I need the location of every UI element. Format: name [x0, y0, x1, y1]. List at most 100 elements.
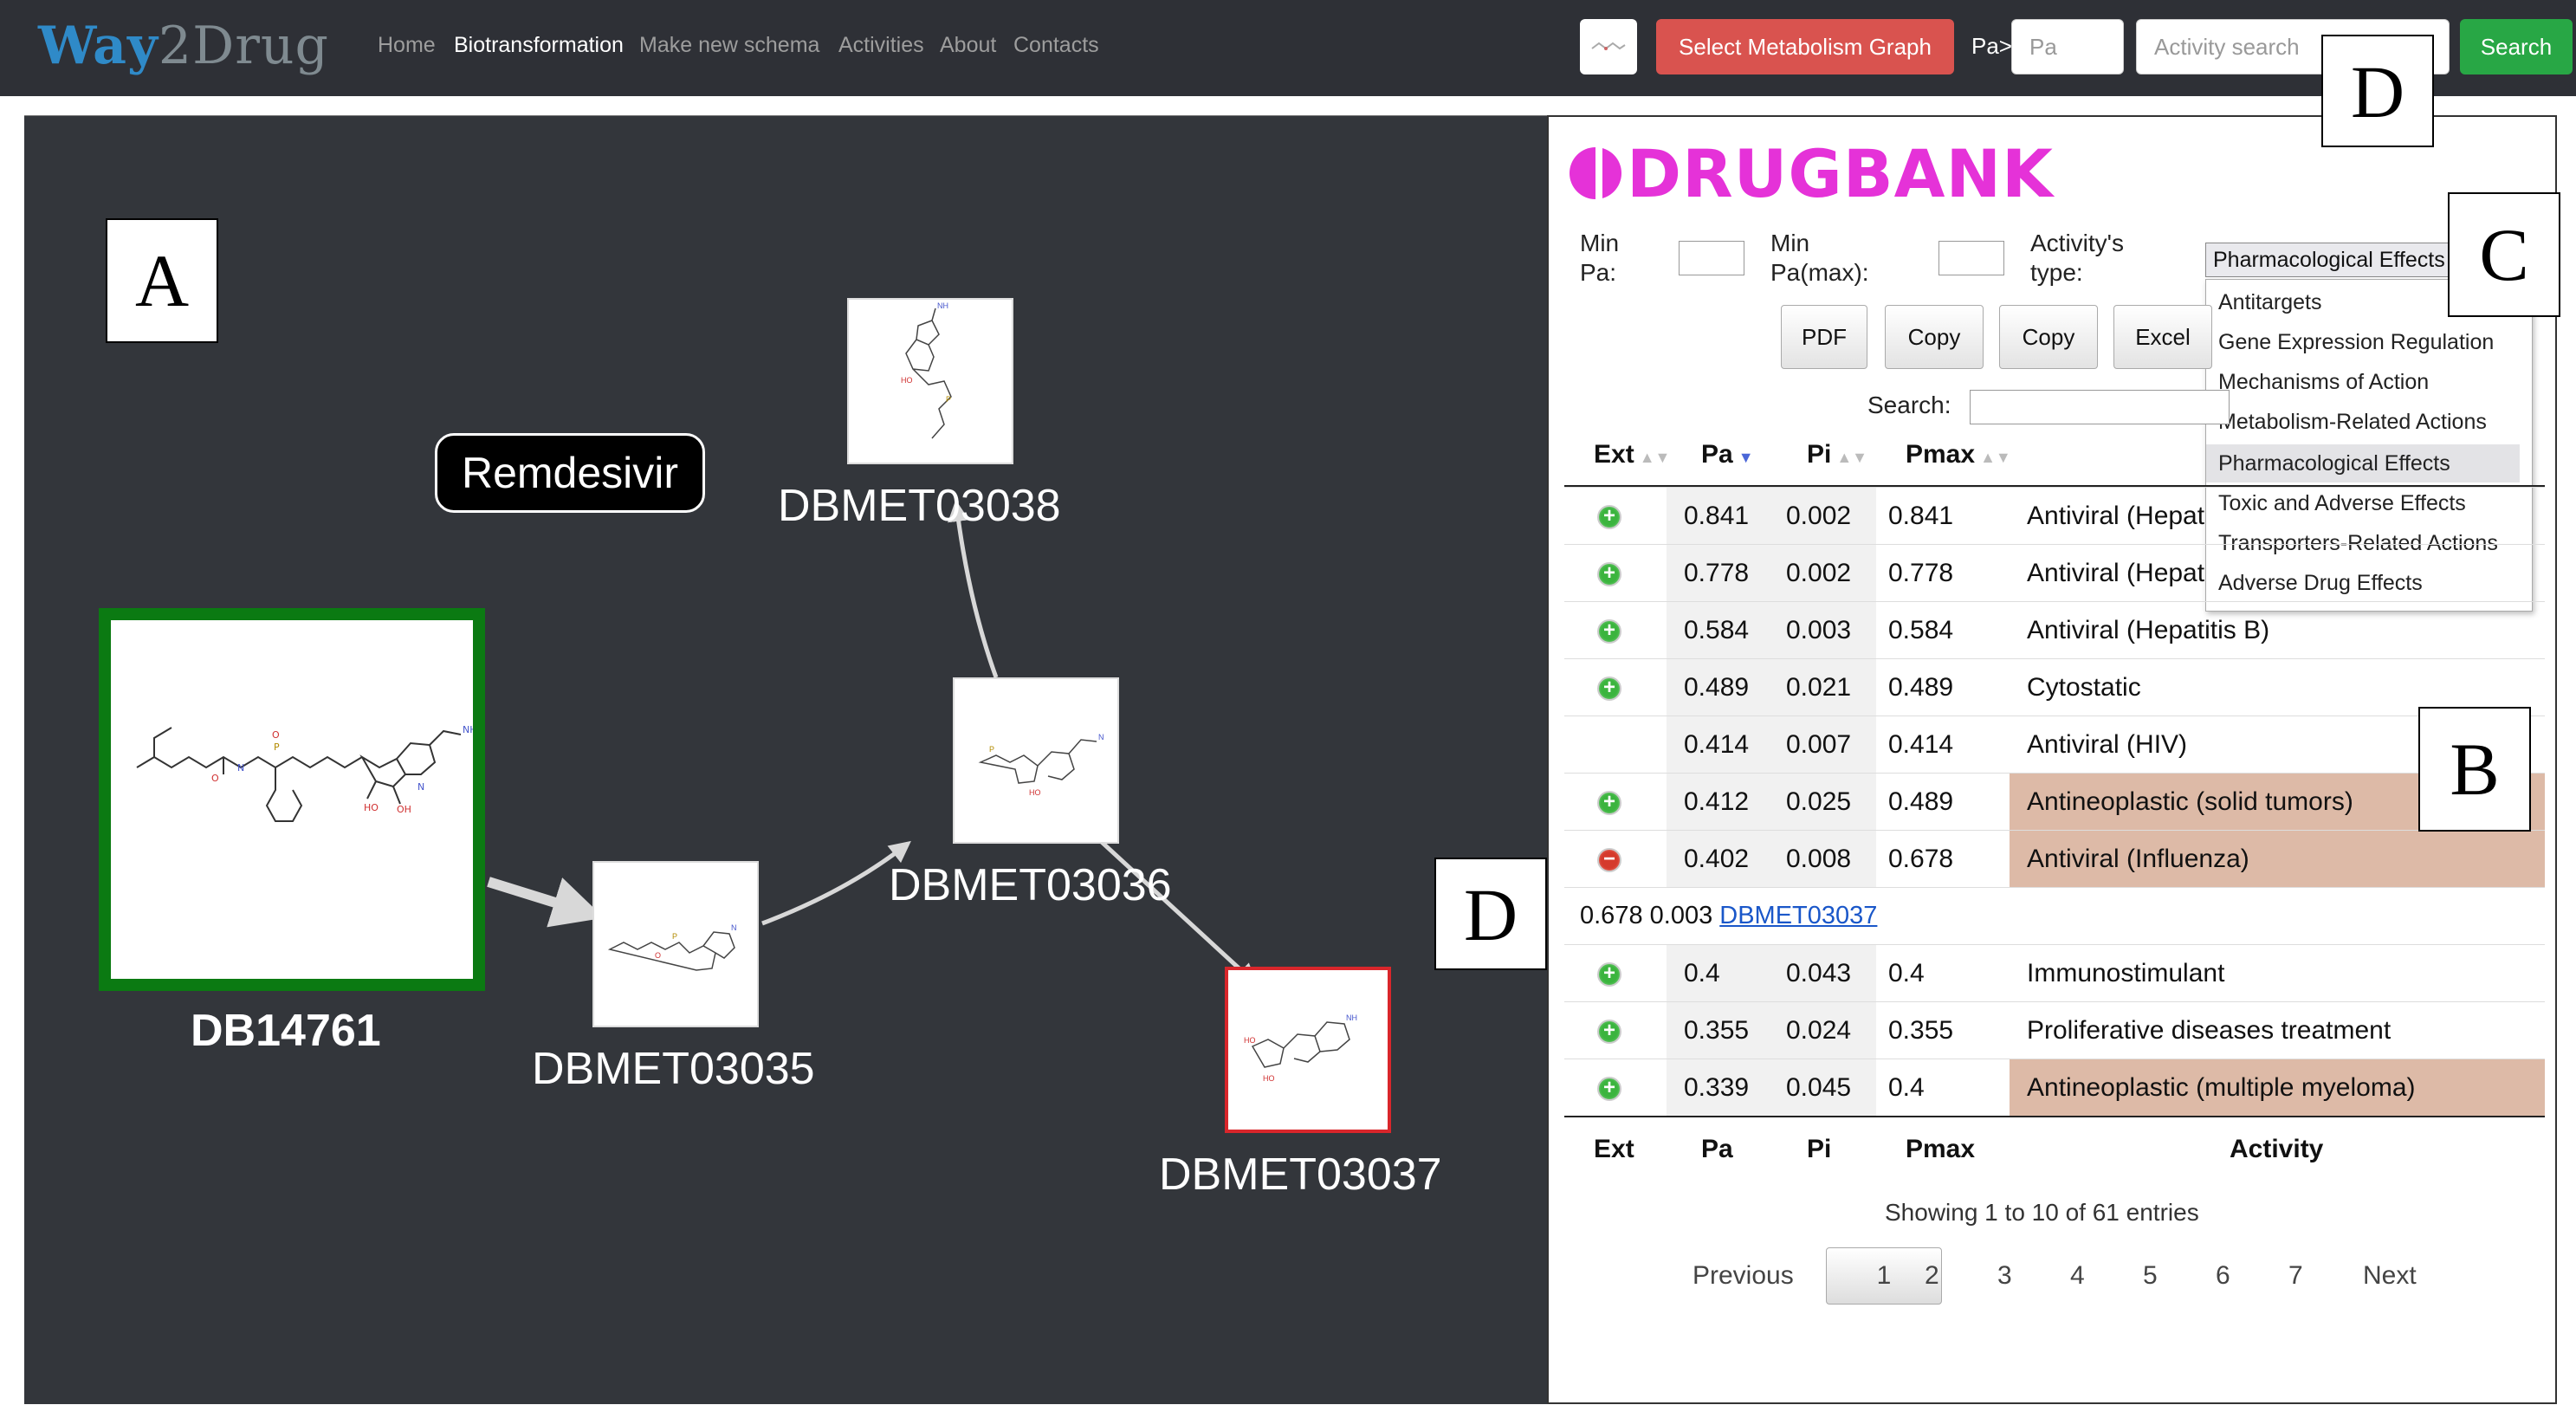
svg-text:P: P: [989, 745, 994, 754]
expand-plus-icon[interactable]: +: [1597, 504, 1621, 529]
pagination-page-7[interactable]: 7: [2288, 1261, 2303, 1291]
table-row[interactable]: + 0.339 0.045 0.4 Antineoplastic (multip…: [1564, 1059, 2545, 1117]
nav-contacts[interactable]: Contacts: [1013, 33, 1099, 58]
cell-activity: Antiviral (Influenza): [2027, 845, 2249, 873]
pagination-page-5[interactable]: 5: [2143, 1261, 2158, 1291]
node-dbmet03037-molecule[interactable]: HO NH HO: [1225, 967, 1391, 1133]
table-row[interactable]: + 0.412 0.025 0.489 Antineoplastic (soli…: [1564, 773, 2545, 831]
cell-pmax: 0.489: [1888, 673, 1954, 702]
cell-pi: 0.007: [1786, 730, 1852, 759]
footer-col-activity: Activity: [2230, 1135, 2324, 1163]
node-dbmet03036-molecule[interactable]: P HO N: [953, 677, 1119, 844]
expanded-detail-row: 0.678 0.003 DBMET03037: [1564, 887, 2545, 944]
node-dbmet03035-molecule[interactable]: O P N: [592, 861, 759, 1027]
cell-pa: 0.355: [1684, 1016, 1750, 1045]
option-metabolism[interactable]: Metabolism-Related Actions: [2218, 410, 2487, 435]
brand-logo[interactable]: Way2Drug: [38, 16, 329, 76]
expand-plus-icon[interactable]: +: [1597, 676, 1621, 701]
cell-activity: Antiviral (Hepat: [2027, 559, 2205, 587]
cell-pmax: 0.355: [1888, 1016, 1954, 1045]
option-gene-expression[interactable]: Gene Expression Regulation: [2218, 330, 2494, 355]
col-header-pi[interactable]: Pi ▲▼: [1807, 440, 1867, 469]
table-row[interactable]: + 0.355 0.024 0.355 Proliferative diseas…: [1564, 1001, 2545, 1059]
node-dbmet03038-molecule[interactable]: NH P HO: [847, 298, 1013, 464]
activity-type-label: Activity's type:: [2030, 230, 2125, 286]
min-pamax-input[interactable]: [1938, 241, 2004, 275]
table-row[interactable]: + 0.489 0.021 0.489 Cytostatic: [1564, 658, 2545, 716]
svg-text:HO: HO: [1244, 1036, 1256, 1045]
metabolism-graph-panel[interactable]: Remdesivir N P O O HO OH NH N DB14761: [24, 115, 1547, 1404]
pagination-previous[interactable]: Previous: [1693, 1261, 1794, 1291]
pagination-page-4[interactable]: 4: [2070, 1261, 2085, 1291]
nav-about[interactable]: About: [940, 33, 996, 58]
cell-pmax: 0.778: [1888, 559, 1954, 587]
node-label-03035: DBMET03035: [532, 1044, 815, 1094]
drugbank-logo-text: DRUGBANK: [1627, 135, 2054, 212]
detail-metabolite-link[interactable]: DBMET03037: [1719, 902, 1877, 929]
nav-biotransformation[interactable]: Biotransformation: [454, 33, 624, 58]
col-pi-label: Pi: [1807, 440, 1832, 469]
pagination-page-2[interactable]: 2: [1925, 1261, 1939, 1291]
min-pa-input[interactable]: [1679, 241, 1744, 275]
pa-input[interactable]: Pa: [2011, 19, 2124, 74]
pagination-page-6[interactable]: 6: [2216, 1261, 2230, 1291]
pdf-button[interactable]: PDF: [1781, 305, 1867, 369]
svg-text:O: O: [655, 951, 661, 960]
svg-text:N: N: [1098, 733, 1104, 741]
excel-button[interactable]: Excel: [2113, 305, 2212, 369]
collapse-minus-icon[interactable]: −: [1597, 847, 1621, 872]
col-header-pa[interactable]: Pa ▼: [1701, 440, 1754, 469]
pagination-next[interactable]: Next: [2363, 1261, 2417, 1291]
table-row[interactable]: + 0.4 0.043 0.4 Immunostimulant: [1564, 944, 2545, 1002]
copy-button-2[interactable]: Copy: [1999, 305, 2098, 369]
cell-activity: Antineoplastic (multiple myeloma): [2027, 1073, 2416, 1102]
node-root-molecule[interactable]: N P O O HO OH NH N: [99, 608, 485, 991]
table-row[interactable]: + 0.778 0.002 0.778 Antiviral (Hepat: [1564, 544, 2545, 602]
copy-button-1[interactable]: Copy: [1885, 305, 1984, 369]
cell-activity: Antiviral (Hepat: [2027, 502, 2205, 530]
nav-make-new-schema[interactable]: Make new schema: [639, 33, 819, 58]
table-row[interactable]: 0.414 0.007 0.414 Antiviral (HIV): [1564, 715, 2545, 774]
expand-plus-icon[interactable]: +: [1597, 561, 1621, 586]
svg-text:OH: OH: [397, 804, 411, 815]
navbar: Way2Drug Home Biotransformation Make new…: [0, 0, 2576, 96]
expand-plus-icon[interactable]: +: [1597, 790, 1621, 815]
molecule-structure-icon: HO NH HO: [1244, 1013, 1357, 1083]
pagination-page-3[interactable]: 3: [1997, 1261, 2012, 1291]
sort-icon: ▲▼: [1980, 449, 2011, 466]
sort-icon: ▲▼: [1639, 449, 1671, 466]
activity-type-select[interactable]: Pharmacological Effects: [2205, 243, 2456, 277]
svg-text:N: N: [237, 762, 244, 774]
node-label-03038: DBMET03038: [778, 481, 1061, 531]
svg-text:NH: NH: [937, 301, 948, 310]
option-antitargets[interactable]: Antitargets: [2218, 290, 2322, 315]
expand-plus-icon[interactable]: +: [1597, 618, 1621, 644]
search-button[interactable]: Search: [2460, 19, 2573, 74]
molecule-draw-button[interactable]: [1580, 19, 1637, 74]
table-row[interactable]: + 0.841 0.002 0.841 Antiviral (Hepat: [1564, 487, 2545, 545]
table-search-input[interactable]: [1970, 390, 2230, 424]
col-header-ext[interactable]: Ext ▲▼: [1594, 440, 1670, 469]
expand-plus-icon[interactable]: +: [1597, 961, 1621, 987]
expand-plus-icon[interactable]: +: [1597, 1019, 1621, 1044]
option-mechanisms[interactable]: Mechanisms of Action: [2218, 370, 2429, 395]
select-metabolism-graph-button[interactable]: Select Metabolism Graph: [1656, 19, 1954, 74]
expand-plus-icon[interactable]: +: [1597, 1076, 1621, 1101]
svg-text:O: O: [211, 773, 219, 784]
nav-home[interactable]: Home: [378, 33, 436, 58]
footer-divider: [1564, 1116, 2545, 1117]
table-row[interactable]: + 0.584 0.003 0.584 Antiviral (Hepatitis…: [1564, 601, 2545, 659]
cell-activity: Antiviral (Hepatitis B): [2027, 616, 2270, 644]
svg-text:N: N: [731, 923, 737, 932]
node-label-03037: DBMET03037: [1159, 1149, 1442, 1200]
col-header-pmax[interactable]: Pmax ▲▼: [1906, 440, 2011, 469]
cell-pa: 0.841: [1684, 502, 1750, 530]
table-row[interactable]: − 0.402 0.008 0.678 Antiviral (Influenza…: [1564, 830, 2545, 888]
svg-text:O: O: [272, 729, 280, 741]
nav-activities[interactable]: Activities: [838, 33, 924, 58]
svg-text:HO: HO: [1029, 788, 1041, 797]
option-pharmacological[interactable]: Pharmacological Effects: [2218, 451, 2450, 476]
cell-activity: Immunostimulant: [2027, 959, 2225, 987]
cell-pi: 0.021: [1786, 673, 1852, 702]
cell-pmax: 0.678: [1888, 845, 1954, 873]
